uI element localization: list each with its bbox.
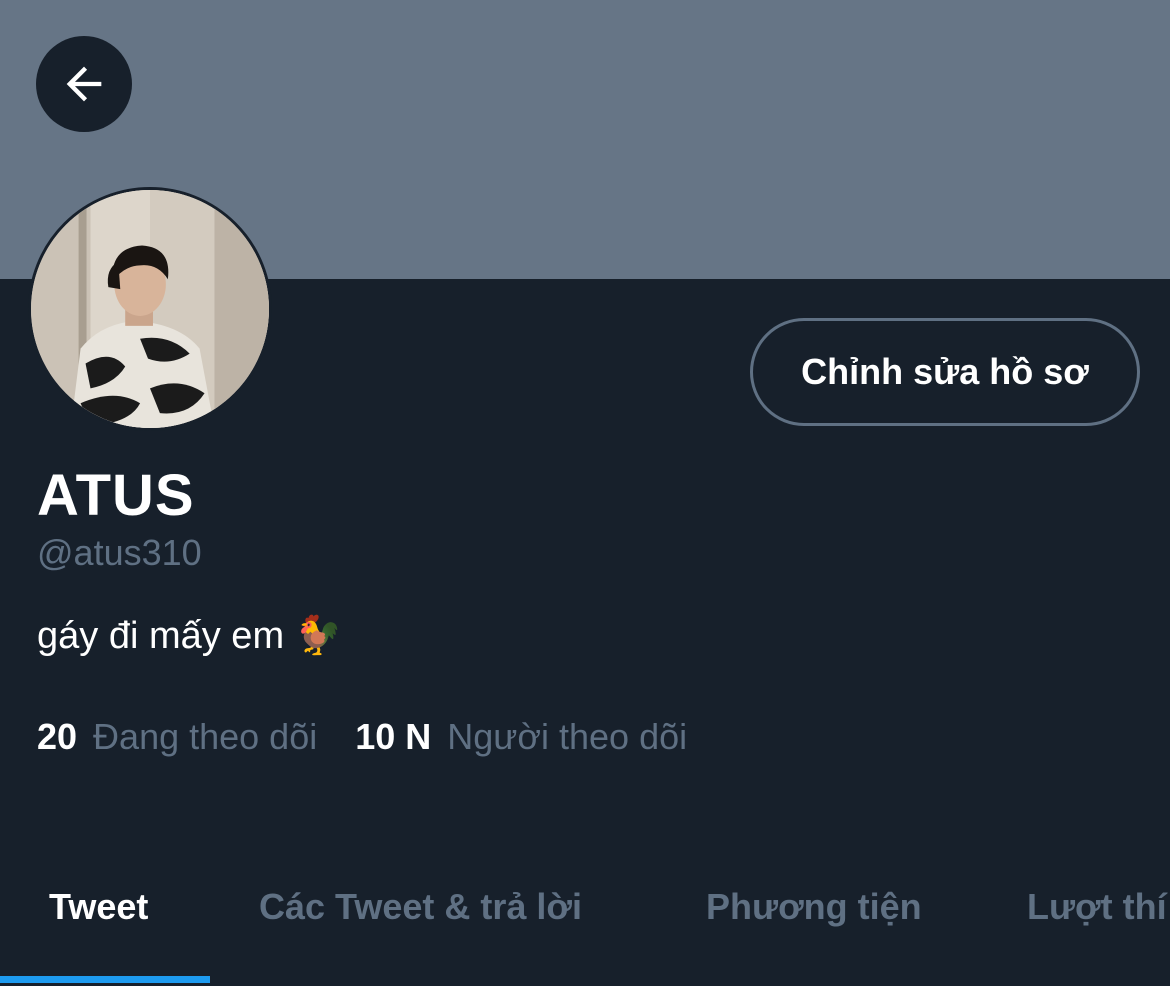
following-count[interactable]: 20	[37, 716, 77, 758]
profile-tabs: Tweet Các Tweet & trả lời Phương tiện Lư…	[0, 880, 1170, 986]
followers-count[interactable]: 10 N	[355, 716, 431, 758]
arrow-left-icon	[66, 66, 102, 102]
avatar[interactable]	[28, 187, 272, 431]
tab-media[interactable]: Phương tiện	[706, 886, 922, 928]
profile-handle: @atus310	[37, 532, 202, 573]
profile-page: Chỉnh sửa hồ sơ ATUS @atus310 gáy đi mấy…	[0, 0, 1170, 986]
profile-stats: 20 Đang theo dõi 10 N Người theo dõi	[37, 716, 687, 758]
tab-tweet[interactable]: Tweet	[49, 886, 148, 928]
tab-tweets-and-replies[interactable]: Các Tweet & trả lời	[259, 886, 582, 928]
following-label[interactable]: Đang theo dõi	[93, 716, 317, 758]
tab-likes[interactable]: Lượt thí	[1027, 886, 1167, 928]
active-tab-indicator	[0, 976, 210, 983]
profile-name: ATUS	[37, 463, 195, 528]
edit-profile-button[interactable]: Chỉnh sửa hồ sơ	[750, 318, 1140, 426]
profile-bio: gáy đi mấy em 🐓	[37, 615, 342, 657]
followers-label[interactable]: Người theo dõi	[447, 716, 687, 758]
back-button[interactable]	[36, 36, 132, 132]
avatar-photo	[31, 190, 269, 428]
